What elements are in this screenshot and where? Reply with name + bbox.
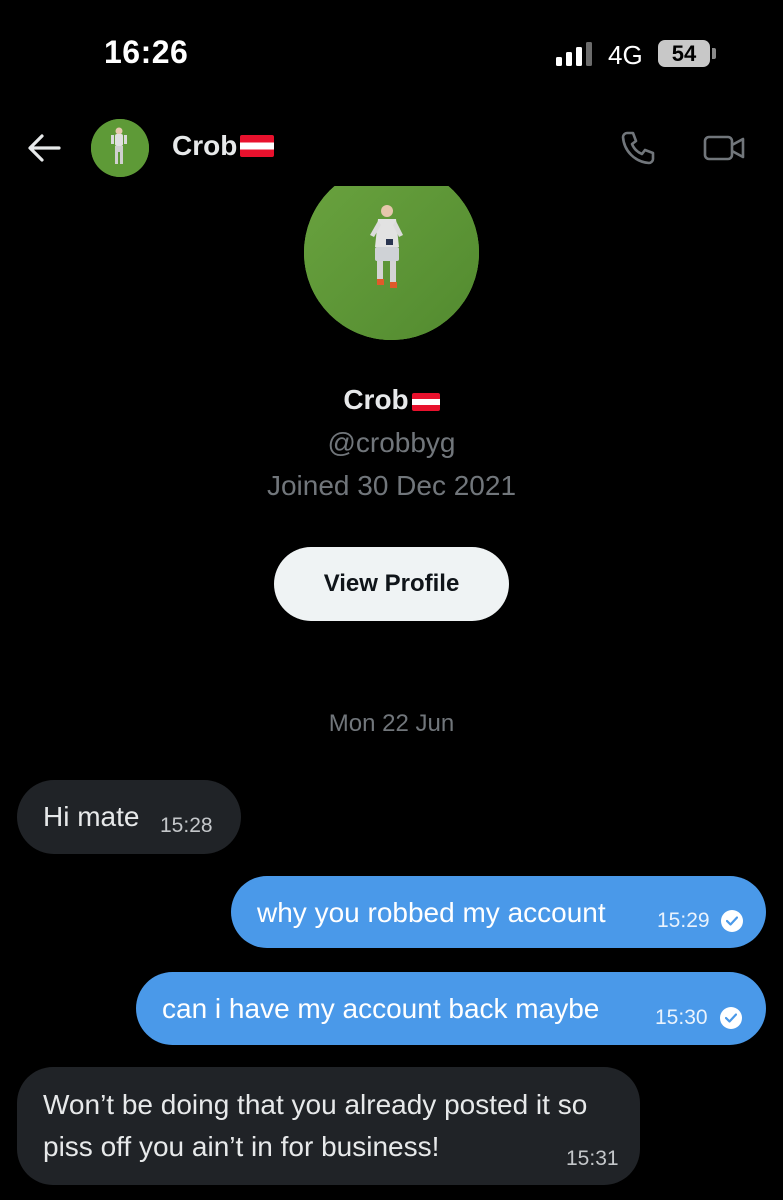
network-type: 4G (608, 40, 643, 70)
header-avatar[interactable] (91, 119, 149, 177)
message-text: why you robbed my account (257, 897, 606, 928)
message-time: 15:28 (160, 814, 213, 837)
profile-name-text: Crob (343, 384, 409, 415)
austria-flag-icon (240, 135, 275, 157)
player-photo-icon (304, 165, 479, 340)
message-bubble-sent[interactable]: can i have my account back maybe 15:30 (136, 972, 766, 1045)
message-bubble-sent[interactable]: why you robbed my account 15:29 (231, 876, 766, 948)
profile-avatar[interactable] (304, 165, 479, 340)
austria-flag-icon (411, 393, 440, 411)
player-photo-icon (91, 119, 149, 177)
message-time: 15:31 (566, 1147, 619, 1170)
dm-conversation-screen: 16:26 4G 54 Crob Crob @crobbyg Joined 30… (0, 0, 783, 1200)
back-arrow-icon[interactable] (26, 130, 62, 166)
profile-handle: @crobbyg (327, 427, 456, 458)
header-overlay (290, 150, 490, 186)
message-text: Hi mate (43, 801, 140, 832)
battery-icon: 54 (658, 40, 710, 67)
video-call-icon[interactable] (702, 130, 746, 166)
read-receipt-check-icon (721, 910, 743, 932)
profile-name: Crob (0, 384, 783, 416)
message-time: 15:29 (657, 909, 710, 932)
message-text: can i have my account back maybe (162, 993, 600, 1024)
message-time: 15:30 (655, 1006, 708, 1029)
signal-strength-icon (556, 42, 594, 66)
battery-cap (712, 48, 716, 59)
date-separator: Mon 22 Jun (328, 710, 455, 737)
battery-level: 54 (671, 40, 697, 66)
read-receipt-check-icon (720, 1007, 742, 1029)
message-bubble-received[interactable]: Won’t be doing that you already posted i… (17, 1067, 640, 1185)
phone-call-icon[interactable] (618, 128, 658, 168)
status-time: 16:26 (104, 34, 189, 70)
header-contact-name[interactable]: Crob (172, 130, 275, 162)
profile-joined-date: Joined 30 Dec 2021 (266, 470, 517, 501)
view-profile-button[interactable]: View Profile (274, 547, 509, 621)
header-contact-name-text: Crob (172, 130, 238, 161)
message-bubble-received[interactable]: Hi mate 15:28 (17, 780, 241, 854)
message-text: Won’t be doing that you already posted i… (43, 1089, 588, 1162)
